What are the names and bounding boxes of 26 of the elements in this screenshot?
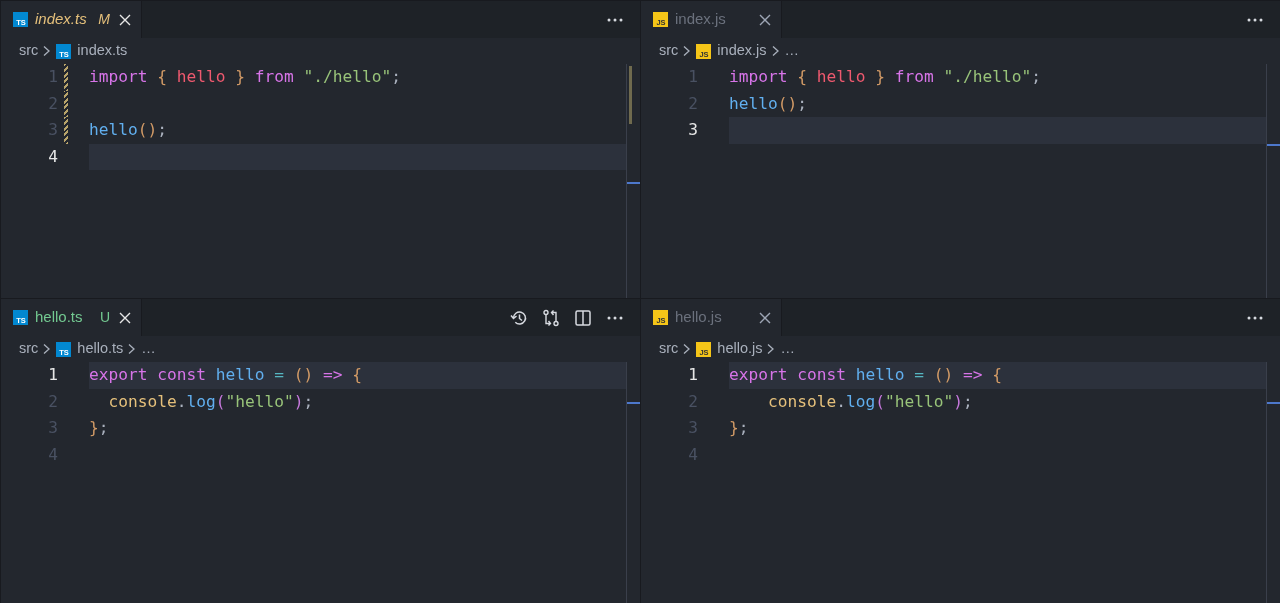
close-icon — [759, 13, 771, 26]
line-number: 1 — [47, 364, 58, 387]
code-line: export const hello = () => { — [729, 364, 1002, 387]
breadcrumb-item[interactable]: … — [784, 40, 799, 62]
breadcrumb-item[interactable]: src — [19, 338, 39, 360]
line-number: 3 — [687, 119, 698, 142]
code-line: console.log("hello"); — [766, 390, 973, 413]
breadcrumb-item[interactable]: … — [780, 338, 795, 360]
code-line: }; — [89, 417, 109, 440]
chevron-icon — [770, 45, 781, 57]
breadcrumb-item[interactable]: src — [659, 40, 679, 62]
line-number: 4 — [47, 145, 58, 168]
code-line: export const hello = () => { — [89, 364, 362, 387]
line-number: 1 — [687, 364, 698, 387]
code-line: console.log("hello"); — [107, 390, 314, 413]
code-line: }; — [729, 417, 749, 440]
breadcrumb-item[interactable]: src — [659, 338, 679, 360]
close-icon — [119, 13, 131, 26]
close-icon — [119, 311, 131, 324]
breadcrumb-item[interactable]: … — [141, 338, 156, 360]
close-icon — [759, 311, 771, 324]
code-line: import { hello } from "./hello"; — [729, 66, 1041, 89]
code-line: import { hello } from "./hello"; — [89, 66, 401, 89]
breadcrumb-item[interactable]: src — [19, 40, 39, 62]
code-line: hello(); — [89, 119, 167, 142]
code-line: hello(); — [729, 92, 807, 115]
